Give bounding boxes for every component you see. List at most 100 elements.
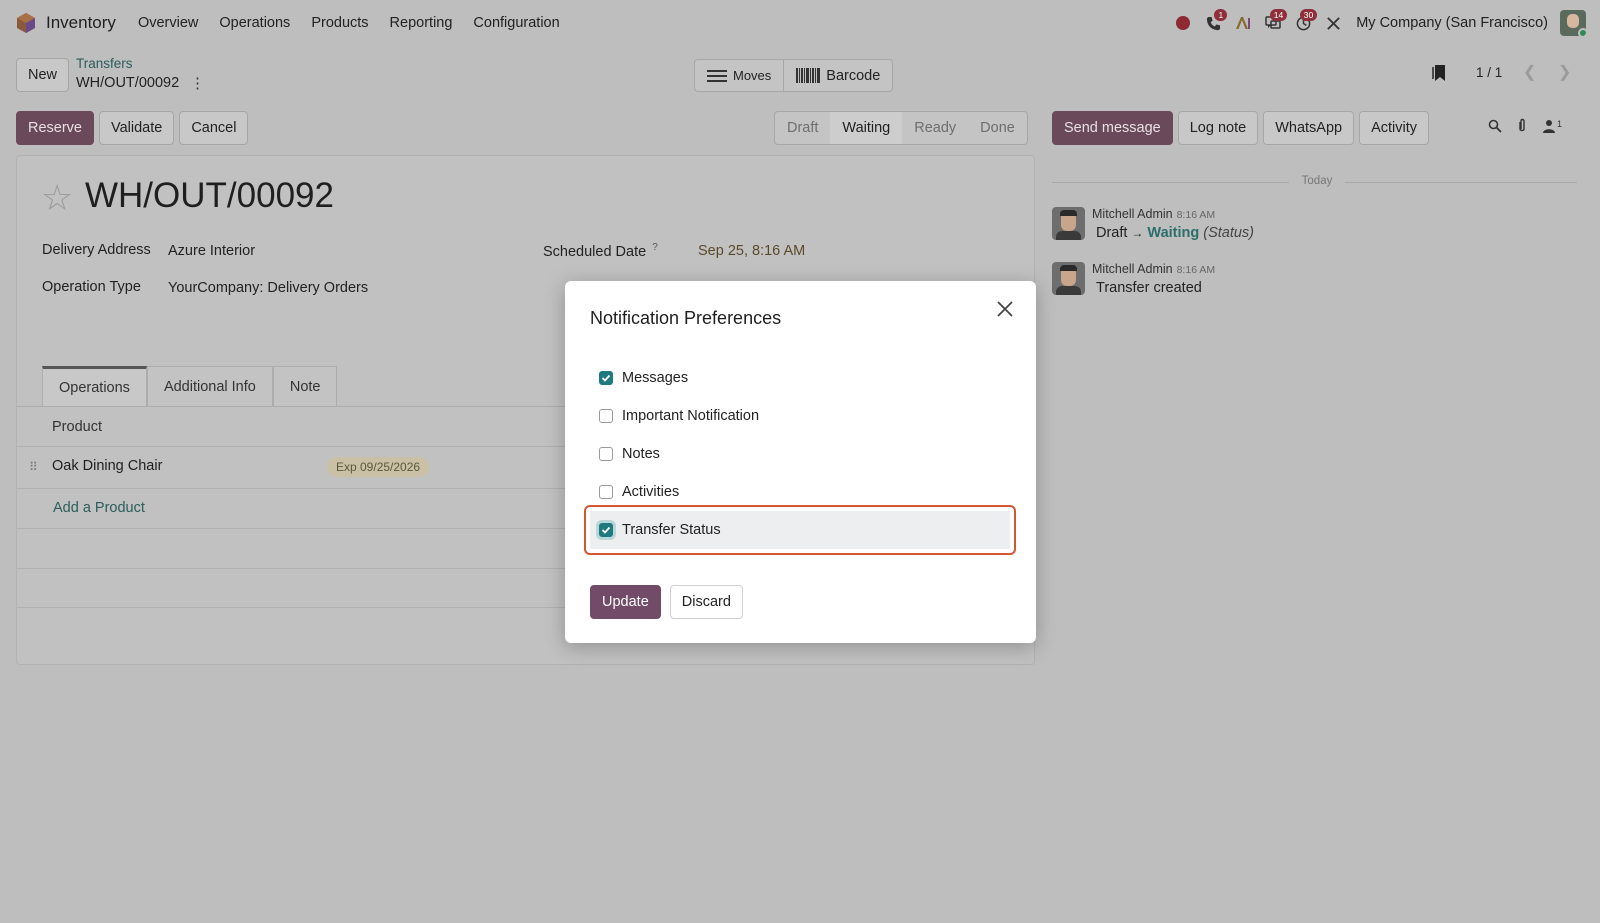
- add-product-link[interactable]: Add a Product: [53, 500, 145, 516]
- message-author[interactable]: Mitchell Admin: [1092, 207, 1173, 221]
- followers-count: 1: [1557, 119, 1563, 129]
- status-ready[interactable]: Ready: [902, 112, 968, 144]
- scheduled-date-value[interactable]: Sep 25, 8:16 AM: [698, 243, 805, 259]
- log-note-button[interactable]: Log note: [1177, 111, 1259, 145]
- date-separator: Today: [1052, 175, 1577, 191]
- phone-badge: 1: [1214, 9, 1228, 21]
- date-separator-label: Today: [1301, 175, 1333, 187]
- avatar[interactable]: [1052, 262, 1085, 295]
- menu-reporting[interactable]: Reporting: [390, 15, 453, 31]
- tools-icon[interactable]: [1318, 8, 1348, 38]
- dialog-title: Notification Preferences: [590, 308, 782, 328]
- smart-buttons: Moves Barcode: [694, 59, 894, 92]
- arrow-right-icon: →: [1131, 226, 1144, 240]
- tab-additional-info[interactable]: Additional Info: [146, 366, 273, 406]
- menu-operations[interactable]: Operations: [219, 15, 290, 31]
- paperclip-icon[interactable]: [1516, 118, 1528, 134]
- breadcrumb-current-record: WH/OUT/00092: [76, 75, 180, 91]
- important-notification-label: Important Notification: [622, 408, 760, 424]
- moves-label: Moves: [733, 68, 772, 83]
- record-title: WH/OUT/00092: [85, 176, 334, 215]
- delivery-address-label: Delivery Address: [42, 242, 151, 258]
- new-button[interactable]: New: [16, 58, 70, 92]
- dialog-footer: Update Discard: [590, 585, 743, 619]
- important-notification-checkbox[interactable]: [599, 409, 613, 423]
- notebook-tabs: Operations Additional Info Note: [42, 366, 338, 406]
- form-action-buttons: Reserve Validate Cancel: [16, 111, 249, 145]
- message-time: 8:16 AM: [1176, 209, 1216, 221]
- messages-icon[interactable]: 14: [1258, 8, 1288, 38]
- avatar[interactable]: [1052, 207, 1085, 240]
- app-name[interactable]: Inventory: [46, 13, 116, 33]
- pref-option-notes[interactable]: Notes: [590, 435, 1011, 473]
- pref-option-important-notification[interactable]: Important Notification: [590, 397, 1011, 435]
- messages-label: Messages: [622, 370, 689, 386]
- ai-icon[interactable]: [1228, 8, 1258, 38]
- update-button[interactable]: Update: [590, 585, 661, 619]
- help-tooltip-icon[interactable]: ?: [652, 242, 658, 253]
- menu-products[interactable]: Products: [311, 15, 368, 31]
- tracking-old-value: Draft: [1096, 225, 1128, 241]
- messages-badge: 14: [1269, 9, 1288, 21]
- activities-label: Activities: [622, 484, 680, 500]
- tab-note[interactable]: Note: [272, 366, 338, 406]
- column-header-product[interactable]: Product: [52, 419, 102, 435]
- notes-label: Notes: [622, 446, 660, 462]
- status-waiting[interactable]: Waiting: [830, 112, 903, 144]
- pager-previous-icon[interactable]: ❮: [1523, 62, 1536, 82]
- clock-icon[interactable]: 30: [1288, 8, 1318, 38]
- status-bar: Draft Waiting Ready Done: [774, 111, 1028, 145]
- status-done[interactable]: Done: [968, 112, 1027, 144]
- pager-next-icon[interactable]: ❯: [1558, 62, 1571, 82]
- scheduled-date-label: Scheduled Date?: [543, 242, 658, 260]
- send-message-button[interactable]: Send message: [1052, 111, 1173, 145]
- followers-button[interactable]: 1: [1542, 119, 1562, 133]
- company-switcher[interactable]: My Company (San Francisco): [1356, 15, 1548, 31]
- inventory-app-icon[interactable]: [16, 12, 36, 34]
- whatsapp-button[interactable]: WhatsApp: [1263, 111, 1355, 145]
- reserve-button[interactable]: Reserve: [16, 111, 94, 145]
- operation-type-label: Operation Type: [42, 279, 141, 295]
- user-avatar[interactable]: [1560, 10, 1586, 36]
- barcode-button[interactable]: Barcode: [783, 60, 892, 91]
- operation-type-value[interactable]: YourCompany: Delivery Orders: [168, 280, 368, 296]
- moves-button[interactable]: Moves: [695, 60, 783, 91]
- tracking-new-value: Waiting: [1147, 225, 1200, 241]
- notes-checkbox[interactable]: [599, 447, 613, 461]
- bookmark-icon[interactable]: [1432, 64, 1446, 82]
- barcode-icon: [796, 68, 821, 83]
- tab-operations[interactable]: Operations: [42, 366, 147, 406]
- discard-button[interactable]: Discard: [669, 585, 743, 619]
- message-time: 8:16 AM: [1176, 264, 1216, 276]
- priority-star-icon[interactable]: ☆: [41, 180, 73, 216]
- message-header: Mitchell Admin 8:16 AM: [1092, 262, 1215, 276]
- highlight-outline: [584, 505, 1016, 555]
- navbar-systray: 1 14 30 My Company (San Francisco): [1168, 8, 1586, 38]
- pager-value[interactable]: 1 / 1: [1476, 65, 1502, 80]
- activity-button[interactable]: Activity: [1359, 111, 1430, 145]
- cancel-button[interactable]: Cancel: [179, 111, 249, 145]
- notification-preferences-dialog: Notification Preferences Messages Import…: [565, 281, 1036, 643]
- table-row-product[interactable]: Oak Dining Chair: [52, 458, 162, 474]
- close-icon[interactable]: [995, 299, 1015, 319]
- menu-configuration[interactable]: Configuration: [473, 15, 559, 31]
- message-body: Transfer created: [1096, 280, 1202, 296]
- messages-checkbox[interactable]: [599, 371, 613, 385]
- menu-overview[interactable]: Overview: [138, 15, 198, 31]
- top-navbar: Inventory Overview Operations Products R…: [0, 0, 1600, 46]
- pref-option-messages[interactable]: Messages: [590, 359, 1011, 397]
- search-icon[interactable]: [1488, 119, 1502, 133]
- message-header: Mitchell Admin 8:16 AM: [1092, 207, 1215, 221]
- tracking-field-name: (Status): [1203, 225, 1254, 241]
- message-author[interactable]: Mitchell Admin: [1092, 262, 1173, 276]
- record-status-icon[interactable]: [1168, 8, 1198, 38]
- delivery-address-value[interactable]: Azure Interior: [168, 243, 255, 259]
- activities-checkbox[interactable]: [599, 485, 613, 499]
- validate-button[interactable]: Validate: [99, 111, 175, 145]
- tracking-value: Draft → Waiting (Status): [1096, 225, 1254, 241]
- gear-menu-icon[interactable]: ⋮: [190, 74, 205, 92]
- status-draft[interactable]: Draft: [775, 112, 830, 144]
- breadcrumb-transfers[interactable]: Transfers: [76, 56, 133, 71]
- phone-icon[interactable]: 1: [1198, 8, 1228, 38]
- drag-handle-icon[interactable]: ⠿: [29, 460, 38, 474]
